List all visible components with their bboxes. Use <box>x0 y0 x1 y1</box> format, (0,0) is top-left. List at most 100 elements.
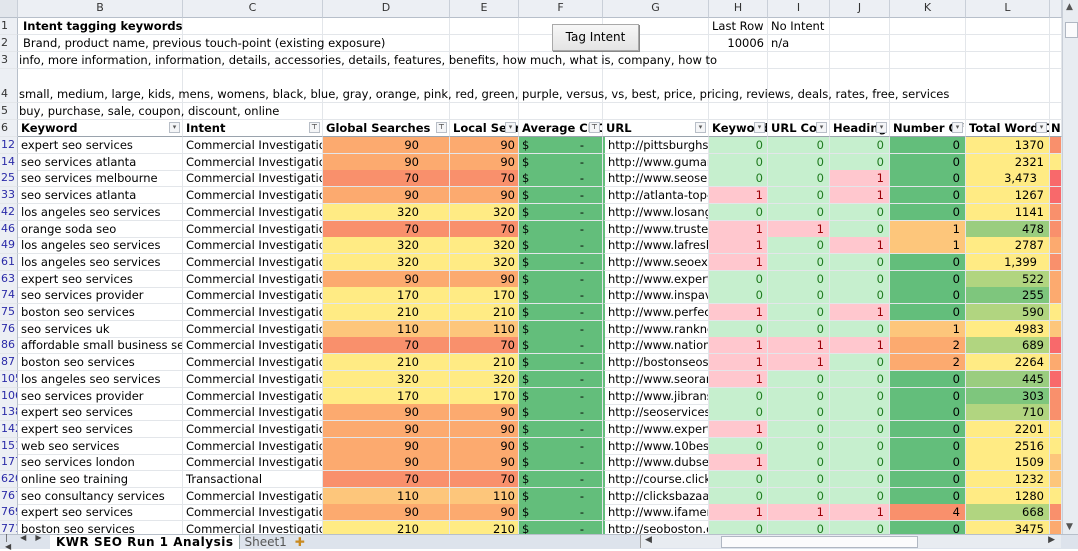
url-cell[interactable]: http://www.nationwide <box>603 337 709 355</box>
heading-cell[interactable]: 0 <box>830 471 890 488</box>
global-searches-cell[interactable]: 90 <box>323 153 450 171</box>
color-scale-cell[interactable] <box>1050 153 1062 171</box>
global-searches-cell[interactable]: 70 <box>323 170 450 188</box>
global-searches-cell[interactable]: 110 <box>323 487 450 505</box>
heading-cell[interactable]: 0 <box>830 487 890 505</box>
local-searches-cell[interactable]: 210 <box>450 521 519 534</box>
color-scale-cell[interactable] <box>1050 337 1062 355</box>
total-word-count-cell[interactable]: 689 <box>966 337 1050 355</box>
average-cpc-cell[interactable]: $ - <box>519 270 603 288</box>
cell[interactable] <box>323 18 450 35</box>
average-cpc-cell[interactable]: $ - <box>519 287 603 305</box>
keyword-cell[interactable]: seo services provider <box>18 387 183 405</box>
intent-cell[interactable]: Commercial Investigation <box>183 521 323 534</box>
header-url[interactable]: URL ▾ <box>603 120 709 137</box>
local-searches-cell[interactable]: 90 <box>450 137 519 154</box>
col-header-m[interactable] <box>1050 0 1062 18</box>
global-searches-cell[interactable]: 170 <box>323 387 450 405</box>
row-number[interactable]: 105 <box>0 370 18 388</box>
total-word-count-cell[interactable]: 445 <box>966 370 1050 388</box>
row-number[interactable]: 3 <box>0 52 18 69</box>
intent-cell[interactable]: Commercial Investigation <box>183 354 323 372</box>
global-searches-cell[interactable]: 90 <box>323 420 450 438</box>
intent-cell[interactable]: Commercial Investigation <box>183 270 323 288</box>
cell[interactable] <box>1050 18 1062 35</box>
total-word-count-cell[interactable]: 2201 <box>966 420 1050 438</box>
average-cpc-cell[interactable]: $ - <box>519 253 603 271</box>
keyword-in-cell[interactable]: 1 <box>709 253 768 271</box>
intent-cell[interactable]: Commercial Investigation <box>183 237 323 255</box>
cell[interactable] <box>1050 52 1062 69</box>
cell[interactable] <box>1050 103 1062 120</box>
total-word-count-cell[interactable]: 590 <box>966 304 1050 321</box>
url-cell[interactable]: http://www.seoexpert <box>603 253 709 271</box>
intent-cell[interactable]: Commercial Investigation <box>183 437 323 455</box>
total-word-count-cell[interactable]: 668 <box>966 504 1050 522</box>
keyword-in-cell[interactable]: 0 <box>709 153 768 171</box>
cell[interactable] <box>709 103 768 120</box>
cell[interactable] <box>890 18 966 35</box>
cell[interactable] <box>450 18 519 35</box>
average-cpc-cell[interactable]: $ - <box>519 320 603 338</box>
cell[interactable] <box>709 52 768 69</box>
url-contains-cell[interactable]: 0 <box>768 320 830 338</box>
total-word-count-cell[interactable]: 1,399 <box>966 253 1050 271</box>
total-word-count-cell[interactable]: 1280 <box>966 487 1050 505</box>
heading-cell[interactable]: 1 <box>830 337 890 355</box>
total-word-count-cell[interactable]: 710 <box>966 404 1050 422</box>
local-searches-cell[interactable]: 70 <box>450 170 519 188</box>
row-number[interactable]: 106 <box>0 387 18 405</box>
local-searches-cell[interactable]: 70 <box>450 471 519 488</box>
global-searches-cell[interactable]: 320 <box>323 253 450 271</box>
row-number[interactable]: 75 <box>0 304 18 321</box>
heading-cell[interactable]: 0 <box>830 454 890 472</box>
color-scale-cell[interactable] <box>1050 420 1062 438</box>
color-scale-cell[interactable] <box>1050 137 1062 154</box>
url-cell[interactable]: http://www.ifamem <box>603 504 709 522</box>
row-number[interactable]: 42 <box>0 203 18 221</box>
local-searches-cell[interactable]: 90 <box>450 404 519 422</box>
number-of-cell[interactable]: 0 <box>890 437 966 455</box>
last-row-label[interactable]: Last Row <box>709 18 768 35</box>
url-contains-cell[interactable]: 1 <box>768 337 830 355</box>
header-keyword-in[interactable]: Keyword ▾ <box>709 120 768 137</box>
local-searches-cell[interactable]: 170 <box>450 387 519 405</box>
global-searches-cell[interactable]: 90 <box>323 504 450 522</box>
first-sheet-icon[interactable]: |◀ <box>5 533 11 551</box>
local-searches-cell[interactable]: 210 <box>450 354 519 372</box>
url-contains-cell[interactable]: 0 <box>768 404 830 422</box>
total-word-count-cell[interactable]: 1509 <box>966 454 1050 472</box>
local-searches-cell[interactable]: 90 <box>450 187 519 205</box>
keyword-in-cell[interactable]: 0 <box>709 521 768 534</box>
average-cpc-cell[interactable]: $ - <box>519 471 603 488</box>
url-cell[interactable]: http://www.trusted <box>603 220 709 238</box>
keyword-in-cell[interactable]: 0 <box>709 170 768 188</box>
color-scale-cell[interactable] <box>1050 404 1062 422</box>
keyword-in-cell[interactable]: 1 <box>709 337 768 355</box>
url-cell[interactable]: http://bostonseoservices <box>603 354 709 372</box>
local-searches-cell[interactable]: 210 <box>450 304 519 321</box>
filter-dropdown-icon[interactable]: ▾ <box>876 122 887 133</box>
row-number[interactable]: 46 <box>0 220 18 238</box>
header-global-searches[interactable]: Global Searches ⊤ <box>323 120 450 137</box>
url-contains-cell[interactable]: 0 <box>768 387 830 405</box>
total-word-count-cell[interactable]: 303 <box>966 387 1050 405</box>
scroll-left-arrow-icon[interactable]: ◀ <box>645 535 652 545</box>
col-header-b[interactable]: B <box>18 0 183 18</box>
cell[interactable] <box>1050 35 1062 52</box>
keyword-cell[interactable]: expert seo services <box>18 270 183 288</box>
intent-cell[interactable]: Commercial Investigation <box>183 404 323 422</box>
col-header-d[interactable]: D <box>323 0 450 18</box>
heading-cell[interactable]: 0 <box>830 354 890 372</box>
col-header-k[interactable]: K <box>890 0 966 18</box>
url-contains-cell[interactable]: 0 <box>768 487 830 505</box>
average-cpc-cell[interactable]: $ - <box>519 153 603 171</box>
intent-cell[interactable]: Commercial Investigation <box>183 504 323 522</box>
total-word-count-cell[interactable]: 4983 <box>966 320 1050 338</box>
average-cpc-cell[interactable]: $ - <box>519 370 603 388</box>
heading-cell[interactable]: 0 <box>830 320 890 338</box>
color-scale-cell[interactable] <box>1050 471 1062 488</box>
url-cell[interactable]: http://www.losangeles <box>603 203 709 221</box>
cell[interactable] <box>966 69 1050 103</box>
url-cell[interactable]: http://www.gumarketing <box>603 153 709 171</box>
